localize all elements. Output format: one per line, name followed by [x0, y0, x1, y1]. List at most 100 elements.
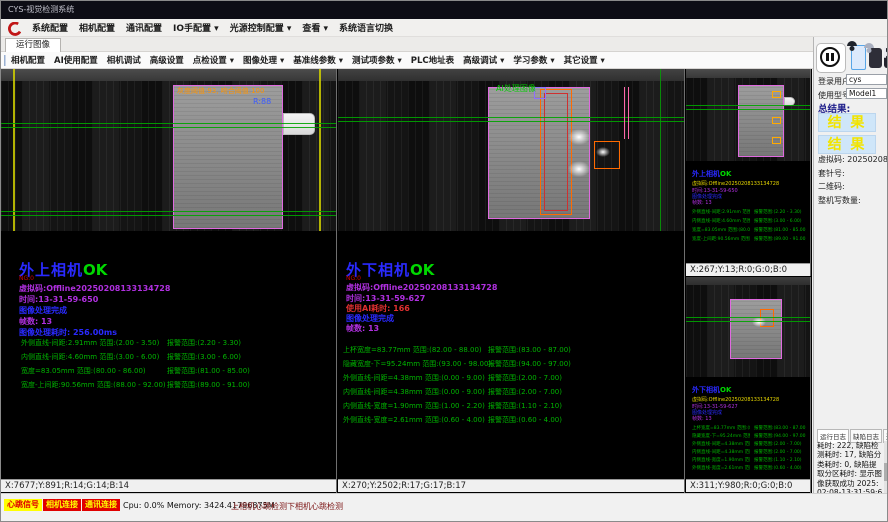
- camera-status: OK: [83, 261, 107, 279]
- r-value-overlay-text: R:88: [253, 97, 271, 106]
- main-content: 灰度阈值:93, 吻合阈值:100 R:88 外上相机OK NG:0 虚拟码:O…: [1, 69, 812, 493]
- green-measure-line: [338, 117, 684, 118]
- pink-guide-line: [624, 87, 625, 139]
- exit-button[interactable]: [884, 48, 888, 68]
- tool-ai-config[interactable]: AI使用配置: [54, 54, 98, 66]
- tool-test-params[interactable]: 测试项参数 ▾: [352, 54, 402, 66]
- mini-alarm-text: 报警范围:(1.10 - 2.10): [754, 457, 806, 463]
- elapsed-text: 图像处理耗时: 256.00ms: [19, 327, 117, 338]
- green-measure-line: [686, 105, 810, 106]
- frame-count-text: 帧数: 13: [19, 316, 52, 327]
- pause-button[interactable]: [816, 43, 846, 73]
- green-measure-line: [686, 321, 810, 322]
- menu-item-comm-config[interactable]: 通讯配置: [126, 21, 162, 34]
- mini-frames-text: 帧数: 13: [692, 415, 712, 422]
- bright-spot: [752, 317, 766, 327]
- measurement-text: 上杯宽度=83.77mm 范围:(82.00 - 88.00): [343, 345, 482, 355]
- camera-status: OK: [720, 170, 731, 178]
- detected-part-region: [730, 299, 782, 359]
- tool-image-process[interactable]: 图像处理 ▾: [243, 54, 284, 66]
- mini-alarm-text: 报警范围:(81.00 - 85.00): [754, 227, 806, 233]
- needle-number-label: 套针号:: [818, 168, 845, 179]
- log-scrollbar-thumb[interactable]: [884, 463, 888, 481]
- tool-advanced-debug[interactable]: 高级调试 ▾: [463, 54, 504, 66]
- green-guide-line: [660, 69, 661, 231]
- menu-item-io-config[interactable]: IO手配置 ▾: [173, 21, 219, 34]
- mini-barcode-text: 虚拟码:Offline20250208133134728: [692, 180, 779, 187]
- left-camera-view[interactable]: 灰度阈值:93, 吻合阈值:100 R:88: [1, 69, 336, 231]
- user-manage-button[interactable]: [869, 48, 882, 68]
- part-connector: [283, 113, 315, 135]
- green-measure-line: [338, 121, 684, 122]
- bright-spot: [596, 147, 610, 157]
- model-input[interactable]: [846, 88, 887, 99]
- mini-barcode-text: 虚拟码:Offline20250208133134728: [692, 396, 779, 403]
- measurement-row: 外侧直线-宽度=2.61mm 范围:(0.60 - 4.00) 报警范围:(0.…: [338, 415, 684, 427]
- alarm-range-text: 报警范围:(83.00 - 87.00): [488, 345, 571, 355]
- barcode-text: 虚拟码:Offline20250208133134728: [19, 283, 170, 294]
- exit-door-icon: [884, 47, 886, 58]
- tool-learn-params[interactable]: 学习参数 ▾: [513, 54, 554, 66]
- toolbar-grip: [4, 55, 6, 66]
- tab-run-image[interactable]: 运行图像: [5, 38, 61, 52]
- upper-camera-heartbeat-link[interactable]: 上相机心跳检测: [231, 501, 287, 512]
- mini-alarm-text: 报警范围:(2.00 - 7.00): [754, 441, 806, 447]
- measurement-text: 内侧直线-间距:4.60mm 范围:(3.00 - 6.00): [21, 352, 159, 362]
- tool-baseline-params[interactable]: 基准线参数 ▾: [293, 54, 343, 66]
- pixel-coordinate-readout: X:311;Y:980;R:0;G:0;B:0: [686, 479, 810, 492]
- tool-other-settings[interactable]: 其它设置 ▾: [564, 54, 605, 66]
- mini-panel-bottom: 外下相机OK 虚拟码:Offline20250208133134728 时间:1…: [686, 277, 811, 493]
- menu-item-view[interactable]: 查看 ▾: [302, 21, 328, 34]
- mini-alarm-text: 报警范围:(2.00 - 7.00): [754, 449, 806, 455]
- tab-bar: 运行图像: [1, 37, 813, 52]
- user-button-selected[interactable]: [851, 45, 866, 70]
- toolbar: 相机配置 AI使用配置 相机调试 高级设置 点检设置 ▾ 图像处理 ▾ 基准线参…: [1, 52, 813, 69]
- pause-icon: [820, 47, 840, 67]
- frame-count-text: 帧数: 13: [346, 323, 379, 334]
- mini-alarm-text: 报警范围:(0.60 - 4.00): [754, 465, 806, 471]
- middle-camera-view[interactable]: AI处理图像: [338, 69, 684, 231]
- yellow-guide-line: [13, 69, 15, 231]
- mini-camera-view-top[interactable]: [686, 69, 810, 161]
- alarm-range-text: 报警范围:(81.00 - 85.00): [167, 366, 250, 376]
- bright-spot: [568, 161, 590, 177]
- menu-item-camera-config[interactable]: 相机配置: [79, 21, 115, 34]
- status-bar: 心跳信号 相机连接 通讯连接 Cpu: 0.0% Memory: 3424.41…: [1, 493, 887, 522]
- tool-spot-check[interactable]: 点检设置 ▾: [193, 54, 234, 66]
- red-roi-box: [544, 93, 568, 211]
- menu-item-system-config[interactable]: 系统配置: [32, 21, 68, 34]
- tool-advanced-settings[interactable]: 高级设置: [150, 54, 184, 66]
- measurement-text: 内侧直线-宽度=1.90mm 范围:(1.00 - 2.20): [343, 401, 485, 411]
- image-band: [1, 69, 336, 81]
- menu-bar: 系统配置 相机配置 通讯配置 IO手配置 ▾ 光源控制配置 ▾ 查看 ▾ 系统语…: [1, 19, 887, 37]
- tool-plc-address[interactable]: PLC地址表: [411, 54, 454, 66]
- mini-camera-view-bottom[interactable]: [686, 277, 810, 377]
- lower-camera-heartbeat-link[interactable]: 下相机心跳检测: [287, 501, 343, 512]
- middle-camera-panel: AI处理图像 外下相机OK NG:0 虚拟码:Offline2025020813…: [338, 69, 685, 493]
- tool-camera-config[interactable]: 相机配置: [11, 54, 45, 66]
- login-user-input[interactable]: [846, 74, 887, 85]
- ng-count-text: NG:0: [346, 275, 361, 282]
- measurement-text: 宽度-上间距:90.56mm 范围:(88.00 - 92.00): [21, 380, 166, 390]
- pink-guide-line: [628, 87, 629, 139]
- time-text: 时间:13-31-59-650: [19, 294, 98, 305]
- write-count-label: 整机写数量:: [818, 195, 861, 206]
- mini-measurement-text: 外侧直线-宽度=2.61mm 范围:(0.60 - 4.00): [692, 465, 750, 471]
- menu-item-light-config[interactable]: 光源控制配置 ▾: [230, 21, 292, 34]
- virtual-code-text: 虚拟码: 20250208: [818, 154, 888, 165]
- mini-measurement-text: 内侧直线-间距=4.38mm 范围:(0.00 - 9.00): [692, 449, 750, 455]
- tool-camera-debug[interactable]: 相机调试: [107, 54, 141, 66]
- ai-overlay-text: AI处理图像: [496, 83, 536, 94]
- measurement-text: 隐藏宽度-下=95.24mm 范围:(93.00 - 98.00): [343, 359, 491, 369]
- menu-item-language[interactable]: 系统语言切换: [339, 21, 393, 34]
- ng-count-text: NG:0: [19, 275, 34, 282]
- bright-spot: [568, 129, 590, 145]
- process-done-text: 图像处理完成: [19, 305, 67, 316]
- yellow-marker-box: [772, 117, 781, 124]
- qr-code-label: 二维码:: [818, 181, 845, 192]
- mini-alarm-text: 报警范围:(2.20 - 3.30): [754, 209, 806, 215]
- measurement-row: 外侧直线-间距=4.38mm 范围:(0.00 - 9.00) 报警范围:(2.…: [338, 373, 684, 385]
- detected-part-region: [488, 87, 590, 219]
- result-box-lower: 结 果: [818, 135, 876, 154]
- measurement-row: 内侧直线-宽度=1.90mm 范围:(1.00 - 2.20) 报警范围:(1.…: [338, 401, 684, 413]
